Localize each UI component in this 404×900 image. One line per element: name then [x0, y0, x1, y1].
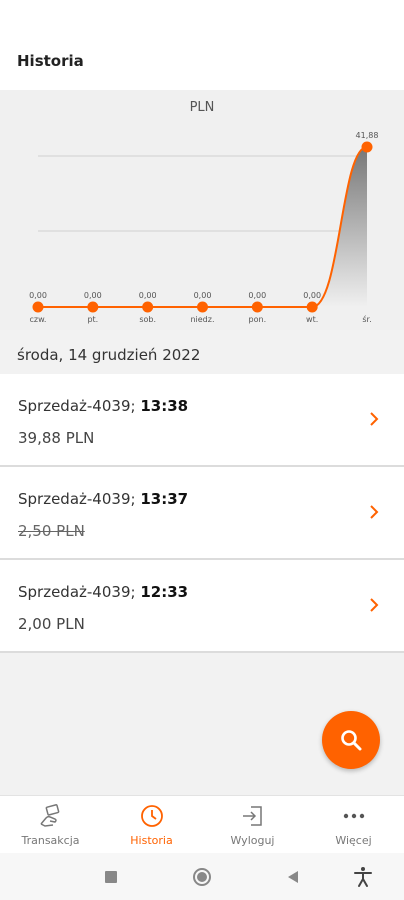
chevron-right-icon[interactable]	[368, 503, 380, 521]
transaction-list: Sprzedaż-4039; 13:38 39,88 PLN Sprzedaż-…	[0, 374, 404, 653]
date-header: środa, 14 grudzień 2022	[17, 346, 201, 364]
transaction-name: Sprzedaż-4039;	[18, 490, 136, 508]
nav-item-historia[interactable]: Historia	[101, 796, 202, 853]
transaction-title: Sprzedaż-4039; 12:33	[18, 583, 188, 601]
transaction-title: Sprzedaż-4039; 13:37	[18, 490, 188, 508]
nav-item-wyloguj[interactable]: Wyloguj	[202, 796, 303, 853]
chart-tick-label: czw.	[30, 315, 47, 324]
chart-tick-label: wt.	[306, 315, 318, 324]
transaction-amount: 39,88 PLN	[18, 429, 95, 447]
accessibility-icon[interactable]	[351, 865, 375, 889]
nav-label: Transakcja	[21, 834, 80, 847]
chart-data-label: 0,00	[194, 291, 212, 300]
chart-point	[251, 301, 263, 313]
clock-icon	[139, 804, 165, 828]
chart-tick-label: śr.	[362, 314, 371, 324]
transaction-time: 12:33	[140, 583, 189, 601]
chart-data-label: 0,00	[248, 291, 266, 300]
nav-item-wiecej[interactable]: Więcej	[303, 796, 404, 853]
chart-title: PLN	[190, 100, 215, 115]
transaction-time: 13:37	[140, 490, 189, 508]
chart-point	[361, 141, 373, 153]
nav-label: Wyloguj	[230, 834, 275, 847]
transaction-amount: 2,00 PLN	[18, 615, 85, 633]
transaction-time: 13:38	[140, 397, 189, 415]
chart-point	[87, 301, 99, 313]
chart-tick-label: pon.	[249, 315, 267, 324]
system-navigation-bar	[0, 853, 404, 900]
history-chart: PLN 0,00 czw. 0,00 pt. 0,00 sob. 0,00 niedz. 0,00…	[0, 90, 404, 330]
app-header: Historia	[0, 0, 404, 90]
hand-payment-icon	[38, 804, 64, 828]
transaction-amount: 2,50 PLN	[18, 522, 85, 540]
transaction-title: Sprzedaż-4039; 13:38	[18, 397, 188, 415]
transaction-name: Sprzedaż-4039;	[18, 583, 136, 601]
nav-label: Więcej	[335, 834, 372, 847]
chart-tick-label: niedz.	[190, 315, 214, 324]
chart-point	[32, 301, 44, 313]
chart-point	[197, 301, 208, 313]
chart-svg: PLN 0,00 czw. 0,00 pt. 0,00 sob. 0,00 niedz. 0,00…	[29, 100, 379, 324]
chevron-right-icon[interactable]	[368, 596, 380, 614]
chart-tick-label: pt.	[87, 315, 98, 324]
search-button[interactable]	[322, 711, 380, 769]
nav-item-transakcja[interactable]: Transakcja	[0, 796, 101, 853]
chart-data-label: 0,00	[84, 291, 102, 300]
chart-data-label: 41,88	[356, 131, 379, 140]
page-title: Historia	[17, 52, 84, 70]
more-dots-icon	[341, 804, 367, 828]
chart-point	[142, 301, 154, 313]
chart-data-label: 0,00	[139, 291, 157, 300]
chart-point	[306, 301, 318, 313]
transaction-row[interactable]: Sprzedaż-4039; 13:37 2,50 PLN	[0, 467, 404, 560]
nav-label: Historia	[130, 834, 173, 847]
search-icon	[341, 730, 362, 751]
chevron-right-icon[interactable]	[368, 410, 380, 428]
bottom-nav: Transakcja Historia Wyloguj Więcej	[0, 795, 404, 853]
chart-series-line	[38, 146, 368, 308]
chart-data-label: 0,00	[29, 291, 47, 300]
transaction-name: Sprzedaż-4039;	[18, 397, 136, 415]
chart-tick-label: sob.	[139, 315, 156, 324]
back-icon[interactable]	[281, 865, 305, 889]
logout-icon	[240, 804, 266, 828]
recent-apps-icon[interactable]	[99, 865, 123, 889]
home-icon[interactable]	[190, 865, 214, 889]
transaction-row[interactable]: Sprzedaż-4039; 12:33 2,00 PLN	[0, 560, 404, 653]
chart-data-label: 0,00	[303, 291, 321, 300]
transaction-row[interactable]: Sprzedaż-4039; 13:38 39,88 PLN	[0, 374, 404, 467]
